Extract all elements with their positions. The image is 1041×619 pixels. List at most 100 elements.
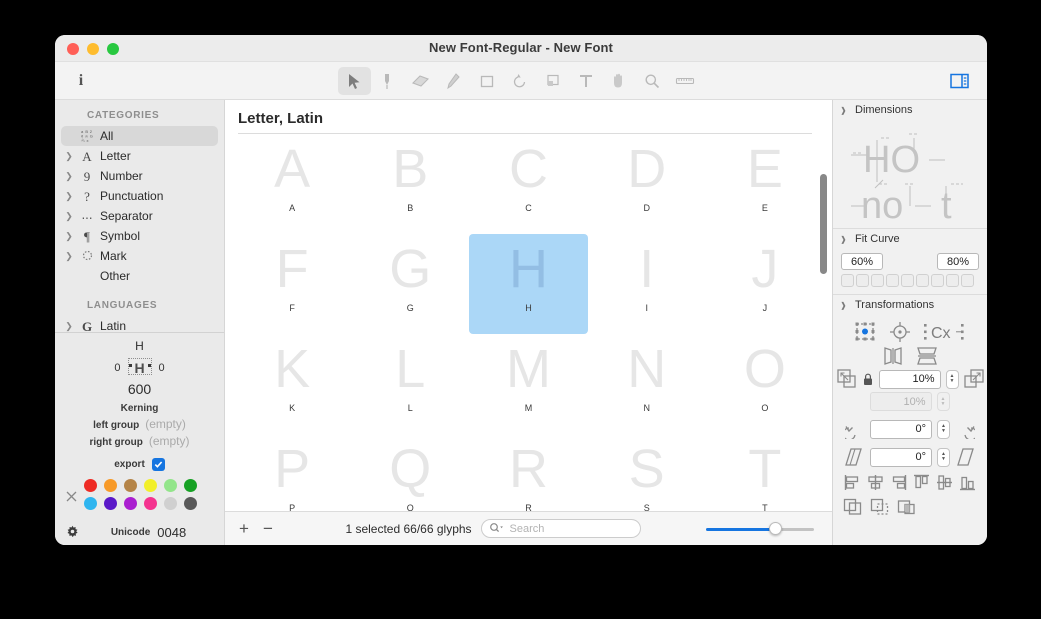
- left-group-value[interactable]: (empty): [145, 417, 186, 431]
- glyph-preview[interactable]: H: [127, 357, 153, 379]
- glyph-cell[interactable]: DD: [588, 134, 706, 234]
- color-swatch[interactable]: [164, 497, 177, 510]
- eraser-tool[interactable]: [404, 67, 437, 95]
- fit-curve-checkbox[interactable]: [901, 274, 914, 287]
- union-icon[interactable]: [843, 498, 863, 516]
- slider-knob[interactable]: [769, 521, 782, 535]
- glyph-cell-selected[interactable]: HH: [469, 234, 588, 334]
- left-side-bearing[interactable]: 0: [114, 362, 120, 374]
- measure-tool[interactable]: [668, 67, 701, 95]
- right-side-bearing[interactable]: 0: [159, 362, 165, 374]
- categories-scroll-area[interactable]: CATEGORIES a B 2 ¢ я G ら x All ❯ A Letter: [55, 100, 224, 332]
- color-swatch[interactable]: [124, 497, 137, 510]
- pen-tool[interactable]: [371, 67, 404, 95]
- x-icon[interactable]: [63, 488, 79, 504]
- slant-input[interactable]: 0°: [870, 447, 932, 467]
- zoom-tool[interactable]: [635, 67, 668, 95]
- glyph-advance-width[interactable]: 600: [55, 381, 224, 401]
- rotate-stepper[interactable]: ▲ ▼: [937, 419, 950, 439]
- sidebar-item-other[interactable]: Other: [61, 266, 218, 286]
- add-glyph-button[interactable]: +: [232, 519, 256, 539]
- chevron-right-icon[interactable]: ❯: [61, 151, 77, 162]
- chevron-right-icon[interactable]: ❯: [61, 231, 77, 242]
- glyph-cell[interactable]: OO: [706, 334, 824, 434]
- flip-horizontal-icon[interactable]: [882, 346, 904, 366]
- stepper-down[interactable]: ▼: [941, 429, 946, 434]
- sidebar-item-number[interactable]: ❯ 9 Number: [61, 166, 218, 186]
- fit-curve-checkbox[interactable]: [946, 274, 959, 287]
- chevron-right-icon[interactable]: ❯: [61, 191, 77, 202]
- glyph-cell[interactable]: II: [588, 234, 706, 334]
- slant-right-icon[interactable]: [955, 447, 975, 467]
- color-swatch[interactable]: [84, 497, 97, 510]
- color-swatch[interactable]: [144, 479, 157, 492]
- glyph-cell[interactable]: SS: [588, 434, 706, 511]
- flip-vertical-icon[interactable]: [916, 346, 938, 366]
- text-tool[interactable]: [569, 67, 602, 95]
- rotate-cw-icon[interactable]: [955, 419, 975, 439]
- chevron-down-icon[interactable]: ❱: [840, 301, 849, 310]
- stepper-down[interactable]: ▼: [941, 457, 946, 462]
- color-swatch[interactable]: [124, 479, 137, 492]
- rectangle-tool[interactable]: [470, 67, 503, 95]
- color-swatch[interactable]: [104, 479, 117, 492]
- stepper-down[interactable]: ▼: [950, 379, 955, 384]
- glyph-grid-scrollbar[interactable]: [820, 174, 827, 509]
- fit-curve-field-2[interactable]: 80%: [937, 253, 979, 270]
- rotate-ccw-icon[interactable]: [845, 419, 865, 439]
- export-checkbox[interactable]: [151, 457, 165, 471]
- chevron-down-icon[interactable]: ❱: [840, 235, 849, 244]
- glyph-cell[interactable]: AA: [233, 134, 351, 234]
- intersect-icon[interactable]: [897, 498, 917, 516]
- scrollbar-thumb[interactable]: [820, 174, 827, 274]
- hand-tool[interactable]: [602, 67, 635, 95]
- glyph-cell[interactable]: TT: [706, 434, 824, 511]
- subtract-icon[interactable]: [870, 498, 890, 516]
- rotate-input[interactable]: 0°: [870, 419, 932, 439]
- glyph-cell[interactable]: JJ: [706, 234, 824, 334]
- lock-icon[interactable]: [862, 373, 874, 386]
- glyph-cell[interactable]: NN: [588, 334, 706, 434]
- dimensions-preview[interactable]: HO no t: [833, 120, 987, 228]
- chevron-down-icon[interactable]: ❱: [840, 106, 849, 115]
- sidebar-item-separator[interactable]: ❯ ․․․ Separator: [61, 206, 218, 226]
- slant-stepper[interactable]: ▲ ▼: [937, 447, 950, 467]
- stepper-down[interactable]: ▼: [941, 401, 946, 407]
- select-tool[interactable]: [338, 67, 371, 95]
- zoom-slider[interactable]: [706, 521, 814, 536]
- rotate-tool[interactable]: [503, 67, 536, 95]
- dimensions-section-header[interactable]: ❱ Dimensions: [833, 100, 987, 120]
- fit-curve-checkbox[interactable]: [856, 274, 869, 287]
- color-swatch[interactable]: [144, 497, 157, 510]
- slant-left-icon[interactable]: [845, 447, 865, 467]
- gear-icon[interactable]: [65, 525, 83, 540]
- scale-down-icon[interactable]: [836, 369, 857, 389]
- sidebar-item-all[interactable]: a B 2 ¢ я G ら x All: [61, 126, 218, 146]
- glyph-cell[interactable]: KK: [233, 334, 351, 434]
- transform-bbox-icon[interactable]: [853, 321, 877, 343]
- glyph-grid-scroll[interactable]: AA BB CC DD EE FF GG HH II JJ KK LL MM N…: [225, 134, 832, 511]
- glyph-cell[interactable]: PP: [233, 434, 351, 511]
- chevron-right-icon[interactable]: ❯: [61, 251, 77, 262]
- sidebar-item-latin[interactable]: ❯ G Latin: [61, 316, 218, 332]
- sidebar-item-symbol[interactable]: ❯ ¶ Symbol: [61, 226, 218, 246]
- align-bottom-icon[interactable]: [959, 474, 976, 491]
- glyph-cell[interactable]: MM: [469, 334, 587, 434]
- pencil-tool[interactable]: [437, 67, 470, 95]
- scale-y-input[interactable]: 10%: [869, 392, 932, 411]
- glyph-cell[interactable]: GG: [351, 234, 469, 334]
- chevron-right-icon[interactable]: ❯: [61, 211, 77, 222]
- align-center-v-icon[interactable]: [936, 474, 953, 491]
- align-top-icon[interactable]: [913, 474, 930, 491]
- scale-x-stepper[interactable]: ▲ ▼: [945, 369, 959, 389]
- fit-curve-checkbox[interactable]: [871, 274, 884, 287]
- fit-curve-checkbox[interactable]: [886, 274, 899, 287]
- transform-metrics-icon[interactable]: Cx: [923, 321, 967, 343]
- align-right-icon[interactable]: [890, 474, 907, 491]
- chevron-right-icon[interactable]: ❯: [61, 171, 77, 182]
- fit-curve-field-1[interactable]: 60%: [841, 253, 883, 270]
- magnifier-dropdown-icon[interactable]: [489, 520, 505, 538]
- scale-up-icon[interactable]: [963, 369, 984, 389]
- fit-curve-checkbox[interactable]: [961, 274, 974, 287]
- scale-x-input[interactable]: 10%: [878, 369, 941, 389]
